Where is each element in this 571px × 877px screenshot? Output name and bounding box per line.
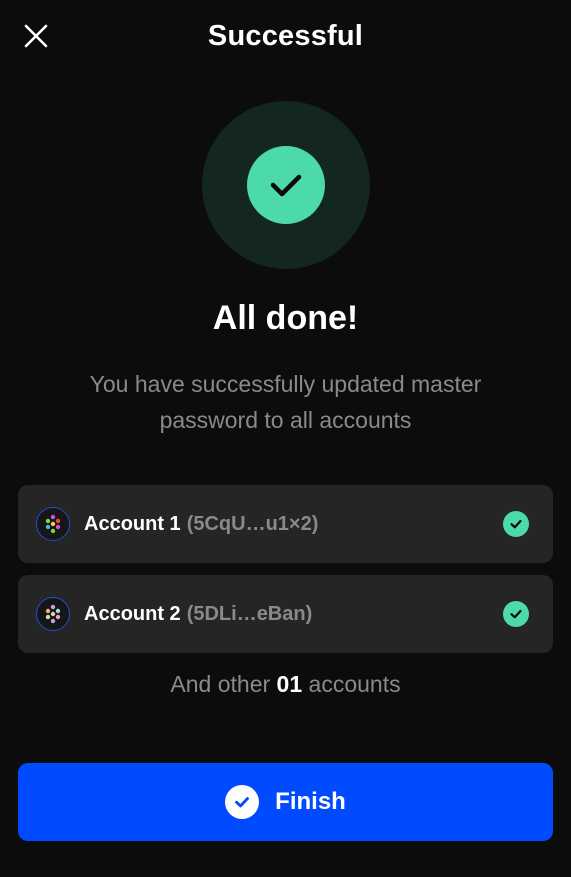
check-icon — [503, 511, 529, 537]
success-title: All done! — [212, 299, 359, 337]
account-address: (5DLi…eBan) — [186, 603, 313, 625]
header: Successful — [0, 0, 571, 72]
page-title: Successful — [207, 20, 364, 52]
other-accounts-prefix: And other — [170, 671, 271, 697]
success-badge — [202, 101, 370, 269]
other-accounts-text: And other 01 accounts — [0, 668, 571, 700]
other-accounts-count: 01 — [276, 671, 303, 697]
account-name: Account 1 — [84, 513, 181, 535]
check-icon — [503, 601, 529, 627]
avatar — [36, 507, 70, 541]
account-label: Account 2 (5DLi…eBan) — [84, 600, 312, 628]
account-label: Account 1 (5CqU…u1×2) — [84, 510, 318, 538]
check-circle-icon — [247, 146, 325, 224]
account-item[interactable]: Account 1 (5CqU…u1×2) — [18, 485, 553, 563]
avatar — [36, 597, 70, 631]
account-item[interactable]: Account 2 (5DLi…eBan) — [18, 575, 553, 653]
other-accounts-suffix: accounts — [308, 671, 401, 697]
account-name: Account 2 — [84, 603, 181, 625]
finish-label: Finish — [275, 788, 346, 815]
check-circle-icon — [225, 785, 260, 819]
finish-button[interactable]: Finish — [18, 763, 553, 841]
account-address: (5CqU…u1×2) — [186, 513, 319, 535]
success-description: You have successfully updated master pas… — [89, 371, 482, 433]
